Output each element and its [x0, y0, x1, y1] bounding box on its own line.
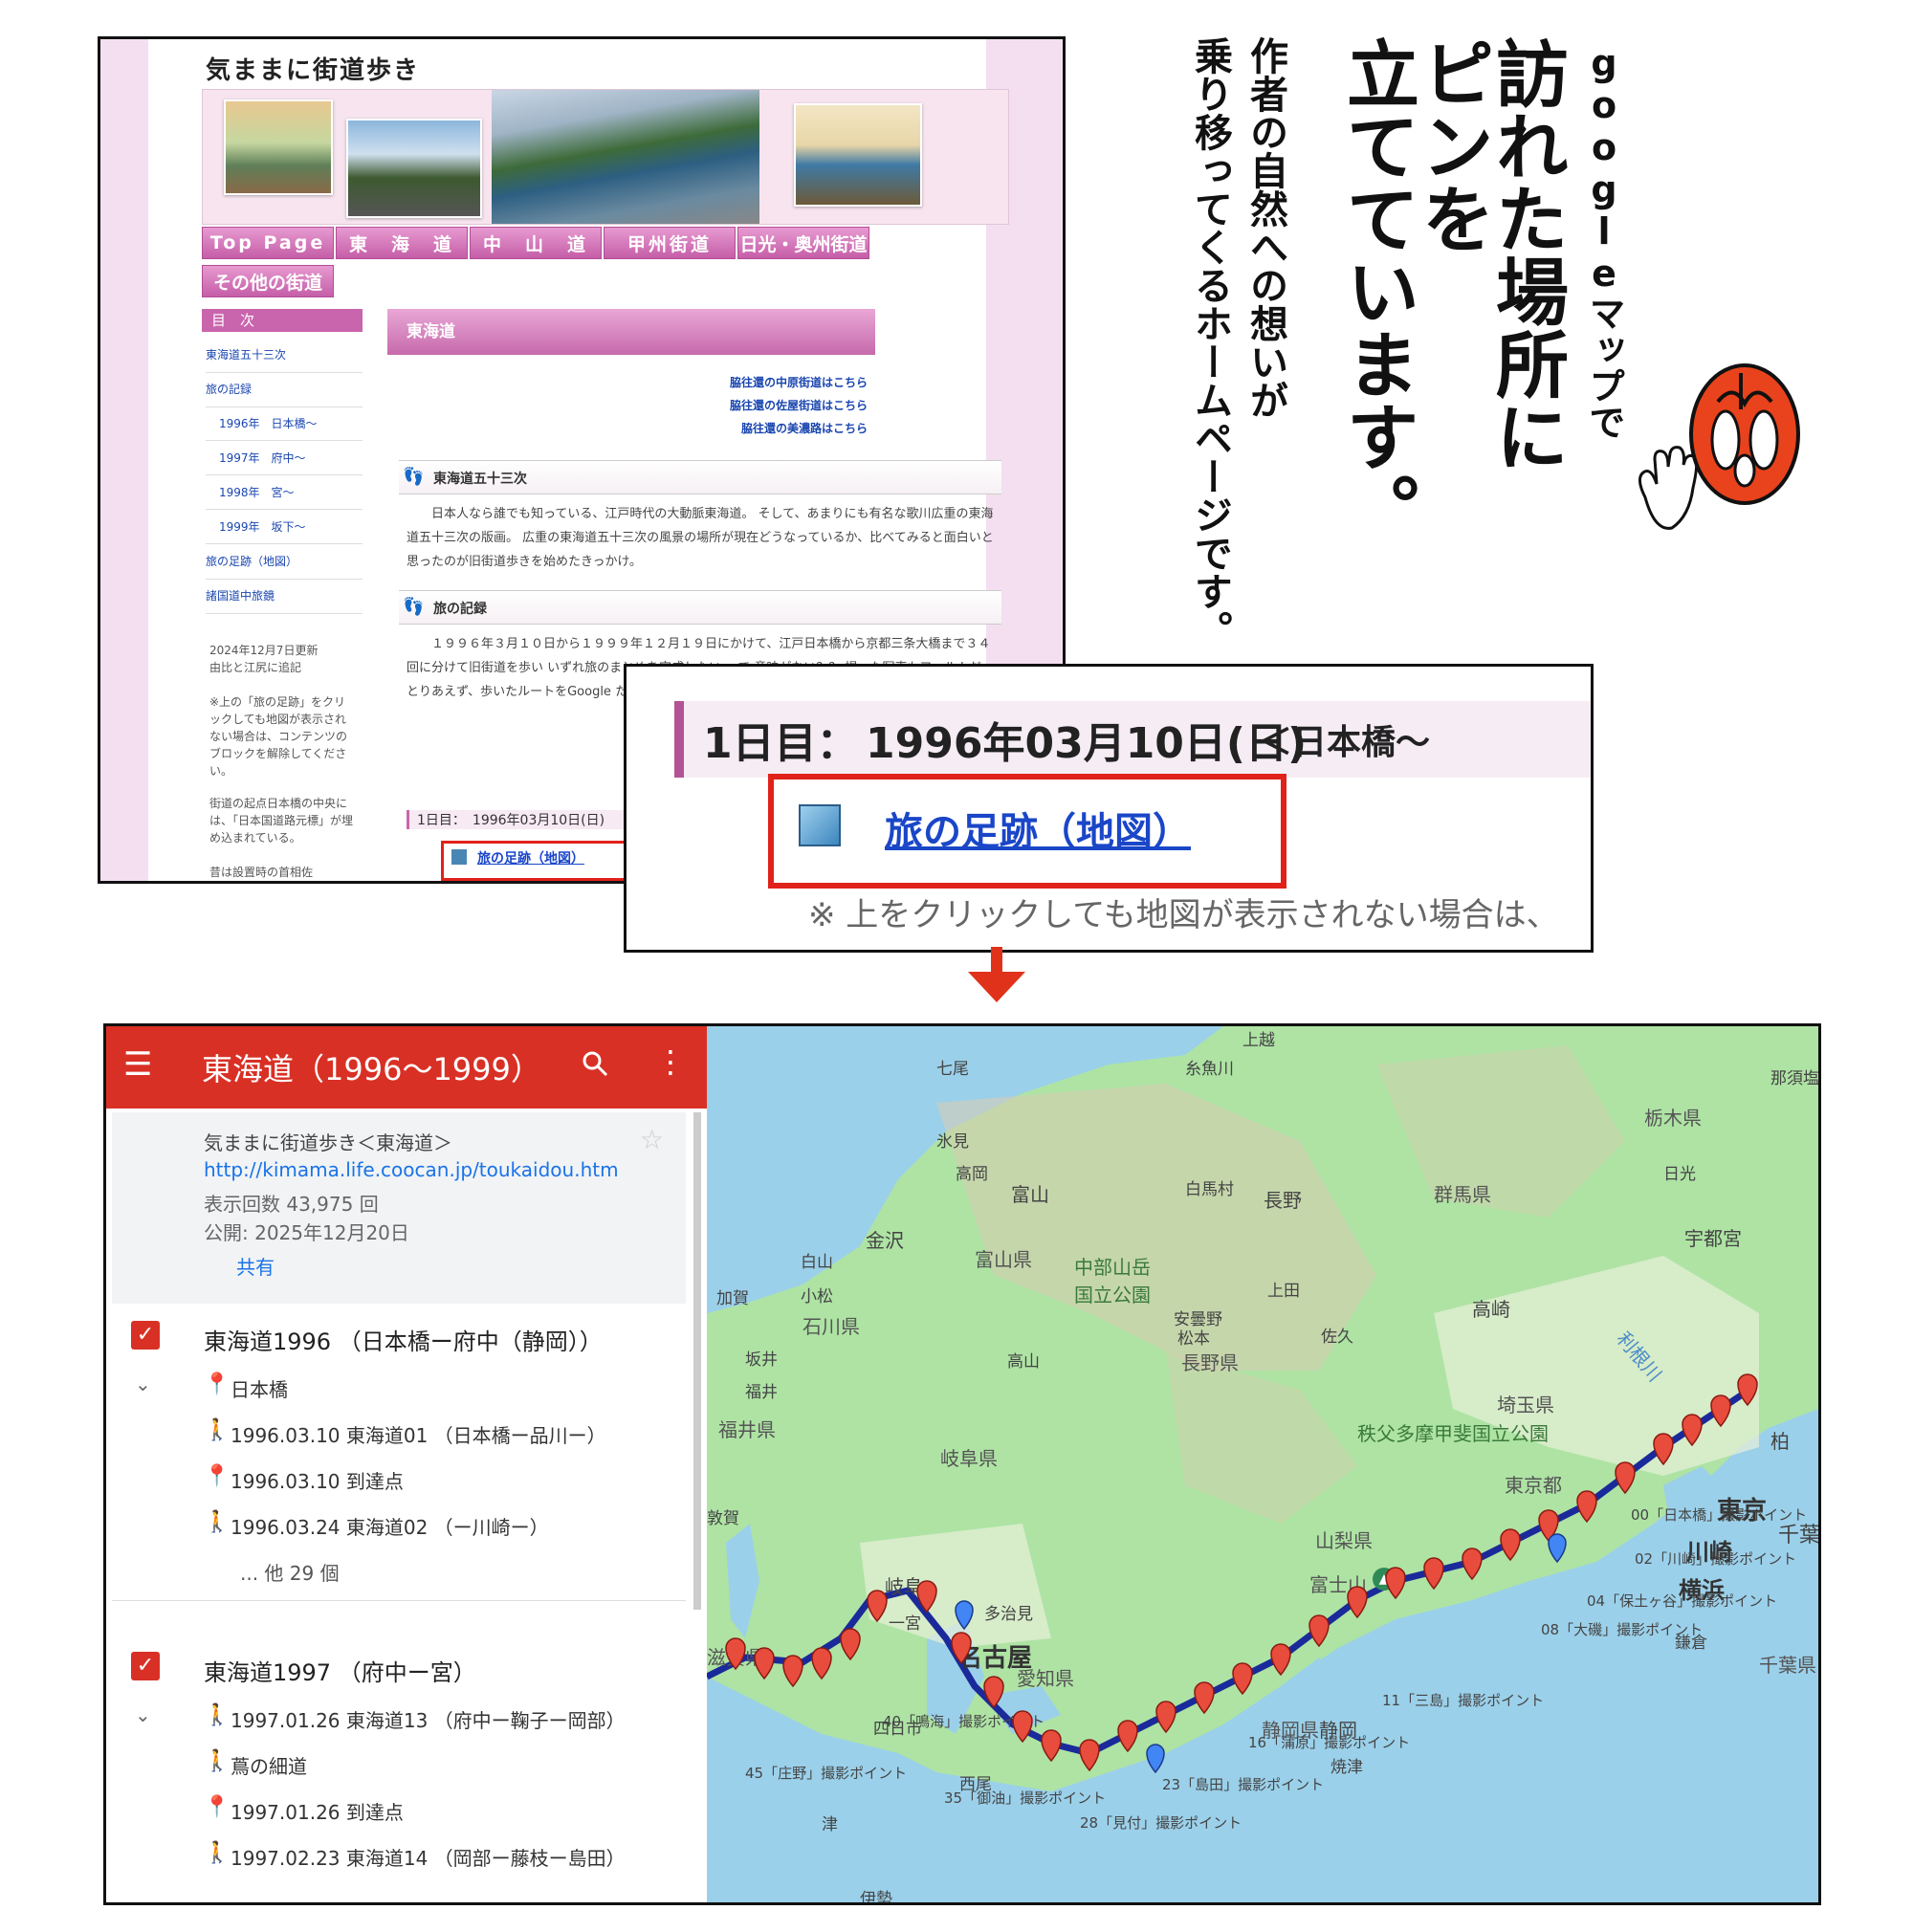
layer-title: 東海道1996 （日本橋ー府中（静岡）） [204, 1328, 603, 1355]
section-heading: 👣 旅の記録 [399, 590, 1001, 625]
info-views: 表示回数 43,975 回 [204, 1193, 379, 1216]
share-link[interactable]: 共有 [236, 1252, 275, 1280]
map-icon [451, 848, 468, 866]
main-title: 東海道 [387, 309, 875, 355]
sidebar-item[interactable]: 諸国道中旅鏡 [206, 579, 363, 614]
layer-item[interactable]: 1997.01.26 東海道13 （府中ー鞠子ー岡部） [231, 1705, 626, 1733]
link-nakahara[interactable]: 脇往還の中原街道はこちら [730, 374, 868, 390]
map-header-bar: ☰ 東海道（1996〜1999） ⋮ [106, 1026, 707, 1109]
layer-item[interactable]: 1997.02.23 東海道14 （岡部ー藤枝ー島田） [231, 1843, 626, 1871]
map-icon [799, 804, 841, 846]
layer-checkbox[interactable]: ✓ [131, 1652, 160, 1680]
nav-nakasendo[interactable]: 中 山 道 [470, 227, 602, 259]
layer-checkbox[interactable]: ✓ [131, 1321, 160, 1350]
sidebar-item[interactable]: 旅の足跡（地図） [206, 544, 363, 580]
map-canvas[interactable]: 上越 七尾 糸魚川 氷見 高岡 富山 白馬村 長野 金沢 白山 小松 上田 安曇… [707, 1026, 1818, 1902]
map-notice: ※上の「旅の足跡」をクリックしても地図が表示されない場合は、コンテンツのブロック… [209, 695, 348, 778]
caption-line: 立てています。 [1334, 36, 1419, 545]
pin-icon: 📍 [204, 1464, 231, 1488]
nav-nikko-oshu[interactable]: 日光・奥州街道 [737, 227, 869, 259]
caption-line: googleマップで [1583, 42, 1625, 440]
menu-icon[interactable]: ☰ [123, 1045, 152, 1084]
sidebar-item[interactable]: 旅の記録 [206, 372, 363, 407]
layer-item[interactable]: 1996.03.10 到達点 [231, 1466, 404, 1494]
day-label: 1日目： [703, 719, 859, 768]
section-text: 日本人なら誰でも知っている、江戸時代の大動脈東海道。 そして、あまりにも有名な歌… [407, 507, 994, 569]
layer-item[interactable]: 1997.01.26 到達点 [231, 1797, 404, 1825]
link-minoji[interactable]: 脇往還の美濃路はこちら [741, 420, 868, 436]
nav-tokaido[interactable]: 東 海 道 [336, 227, 468, 259]
nav-top-page[interactable]: Top Page [202, 227, 334, 259]
mascot-illustration [1638, 363, 1800, 530]
day-heading-zoomed: 1日目： 1996年03月10日(日) ＜日本橋〜 [674, 701, 1591, 778]
sidebar-item[interactable]: 1997年 府中〜 [206, 441, 363, 475]
layer-item[interactable]: 日本橋 [231, 1374, 288, 1402]
walk-icon: 🚶 [204, 1749, 231, 1773]
fuji-photo-image [346, 119, 482, 218]
layer-item[interactable]: 1996.03.24 東海道02 （ー川崎ー） [231, 1512, 549, 1540]
site-title: 気ままに街道歩き [206, 56, 421, 85]
caption-line: 乗り移ってくるホームページです。 [1188, 36, 1232, 648]
update-note: 由比と江尻に追記 [209, 661, 302, 674]
info-url[interactable]: http://kimama.life.coocan.jp/toukaidou.h… [204, 1158, 619, 1181]
zoom-callout: 1日目： 1996年03月10日(日) ＜日本橋〜 旅の足跡（地図） ※ 上をク… [624, 664, 1594, 953]
page-margin-left [100, 39, 148, 881]
chevron-down-icon[interactable]: ⌄ [135, 1703, 151, 1726]
sidebar-scrollbar[interactable] [693, 1112, 701, 1610]
walk-icon: 🚶 [204, 1841, 231, 1865]
pin-icon: 📍 [204, 1372, 231, 1396]
pin-icon: 📍 [204, 1795, 231, 1819]
map-sidebar: ☰ 東海道（1996〜1999） ⋮ 気ままに街道歩き＜東海道＞ http://… [106, 1026, 707, 1902]
walk-icon: 🚶 [204, 1703, 231, 1727]
section-title: 東海道五十三次 [433, 472, 527, 487]
chevron-down-icon[interactable]: ⌄ [135, 1372, 151, 1395]
nav-other-kaido[interactable]: その他の街道 [202, 265, 334, 297]
layer-title: 東海道1997 （府中ー宮） [204, 1659, 476, 1686]
map-pins [725, 1373, 1758, 1774]
layer-item[interactable]: 1996.03.10 東海道01 （日本橋ー品川ー） [231, 1420, 606, 1448]
caption-line: 作者の自然への想いが [1243, 36, 1287, 419]
search-icon[interactable] [581, 1049, 609, 1078]
layer-item[interactable]: 蔦の細道 [231, 1751, 307, 1779]
section-heading: 👣 東海道五十三次 [399, 460, 1001, 494]
info-title: 気ままに街道歩き＜東海道＞ [204, 1131, 452, 1154]
star-icon[interactable]: ☆ [640, 1124, 664, 1155]
walk-icon: 🚶 [204, 1418, 231, 1442]
day-date: 1996年03月10日(日) [866, 719, 1308, 768]
nav-koshu[interactable]: 甲州街道 [604, 227, 736, 259]
footprint-icon: 👣 [403, 597, 425, 617]
day-suffix: ＜日本橋〜 [1258, 723, 1431, 762]
divider [112, 1600, 686, 1601]
sidebar-item[interactable]: 東海道五十三次 [206, 338, 363, 373]
side-text: 街道の起点日本橋の中央には、「日本国道路元標」が埋め込まれている。 [209, 797, 354, 845]
header-banner [202, 89, 1009, 225]
more-options-icon[interactable]: ⋮ [655, 1043, 686, 1080]
google-mymaps-screenshot: ☰ 東海道（1996〜1999） ⋮ 気ままに街道歩き＜東海道＞ http://… [103, 1023, 1821, 1905]
info-published: 公開: 2025年12月20日 [204, 1221, 409, 1244]
walk-icon: 🚶 [204, 1510, 231, 1534]
coast-photo-image [492, 90, 759, 224]
link-saya[interactable]: 脇往還の佐屋街道はこちら [730, 397, 868, 413]
ukiyoe-print-image [224, 99, 333, 195]
arrow-down-icon [968, 947, 1025, 1002]
map-info-card: 気ままに街道歩き＜東海道＞ http://kimama.life.coocan.… [112, 1112, 686, 1304]
sidebar-item[interactable]: 1999年 坂下〜 [206, 510, 363, 544]
map-notice: ※ 上をクリックしても地図が表示されない場合は、 [808, 896, 1559, 934]
map-title: 東海道（1996〜1999） [202, 1051, 541, 1087]
side-text: 昔は設置時の首相佐 [209, 866, 314, 879]
more-items[interactable]: ... 他 29 個 [240, 1558, 340, 1586]
map-link[interactable]: 旅の足跡（地図） [477, 848, 584, 867]
update-date: 2024年12月7日更新 [209, 644, 319, 657]
sidebar-item[interactable]: 1996年 日本橋〜 [206, 406, 363, 441]
map-link[interactable]: 旅の足跡（地図） [885, 801, 1191, 856]
footprint-icon: 👣 [403, 467, 425, 487]
hiroshige-print-image [794, 103, 922, 207]
sidebar-title: 目 次 [202, 309, 363, 332]
section-title: 旅の記録 [433, 602, 487, 617]
sidebar-item[interactable]: 1998年 宮〜 [206, 475, 363, 510]
